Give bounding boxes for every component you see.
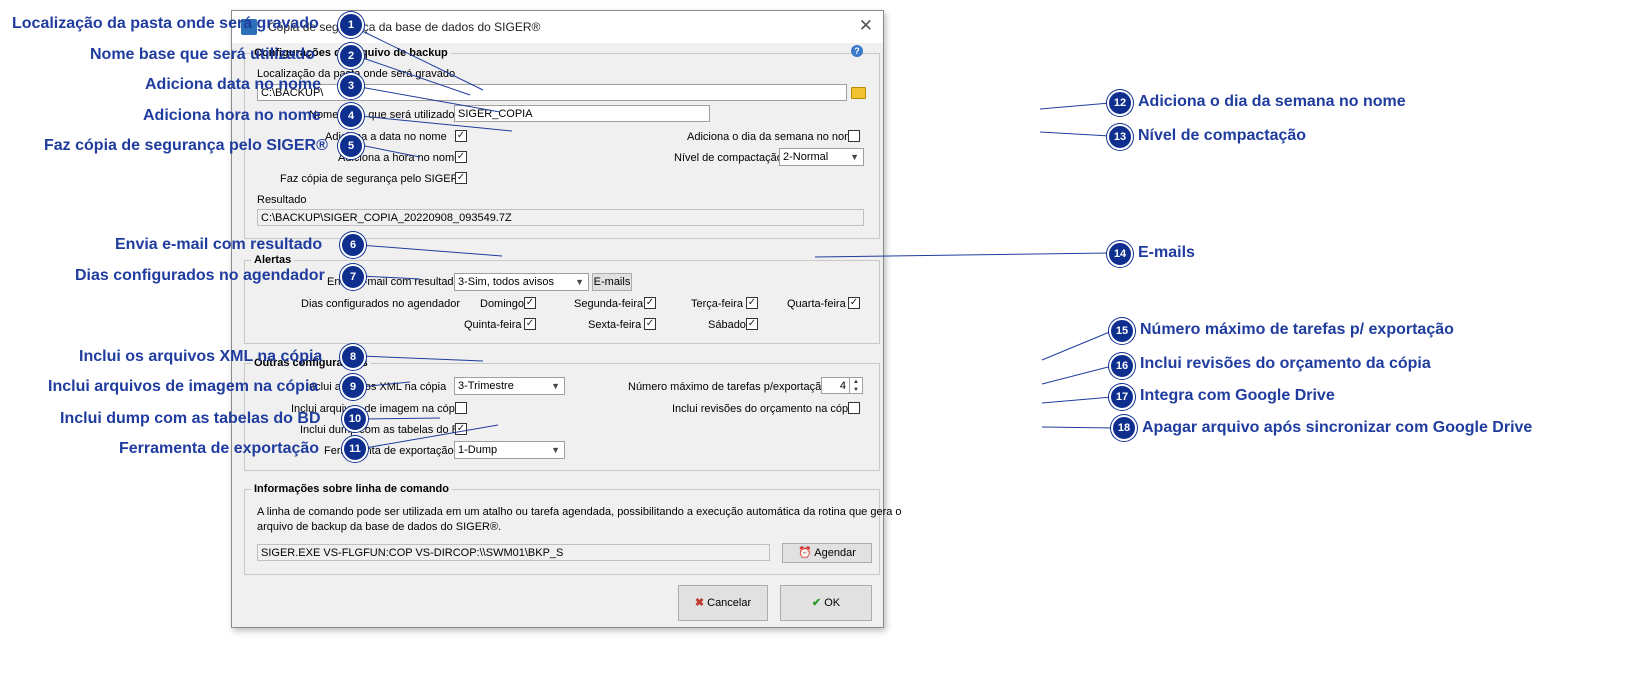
annotation-badge-17: 17 [1109,384,1135,410]
annotation-text-12: Adiciona o dia da semana no nome [1138,93,1406,110]
annotation-badge-3: 3 [338,73,364,99]
callout-line-15 [1041,330,1113,361]
annotation-badge-6: 6 [340,232,366,258]
annotation-text-16: Inclui revisões do orçamento da cópia [1140,355,1431,372]
annotation-badge-11: 11 [342,436,368,462]
callout-line-14 [814,252,1111,258]
annotation-badge-8: 8 [340,344,366,370]
annotation-text-1: Localização da pasta onde será gravado [12,15,319,32]
annotation-badge-1: 1 [338,12,364,38]
callout-line-8 [359,355,484,362]
annotation-text-13: Nível de compactação [1138,127,1307,144]
annotation-text-18: Apagar arquivo após sincronizar com Goog… [1142,419,1533,436]
annotation-text-7: Dias configurados no agendador [75,267,325,284]
annotation-text-3: Adiciona data no nome [145,76,322,93]
callout-line-5 [359,144,421,158]
annotation-text-10: Inclui dump com as tabelas do BD [60,410,321,427]
annotation-text-17: Integra com Google Drive [1140,387,1335,404]
annotation-badge-7: 7 [340,264,366,290]
callout-line-6 [359,244,503,257]
callout-line-12 [1039,102,1111,110]
annotation-badge-15: 15 [1109,318,1135,344]
callout-line-18 [1041,426,1115,429]
annotation-badge-14: 14 [1107,241,1133,267]
annotation-text-4: Adiciona hora no nome [143,107,321,124]
callout-line-3 [359,86,501,113]
callout-line-7 [359,275,421,280]
callout-line-9 [359,381,411,388]
annotation-text-5: Faz cópia de segurança pelo SIGER® [44,137,328,154]
annotation-badge-10: 10 [342,406,368,432]
annotation-text-8: Inclui os arquivos XML na cópia [79,348,323,365]
annotation-badge-5: 5 [338,133,364,159]
annotation-text-11: Ferramenta de exportação [119,440,320,457]
annotation-badge-13: 13 [1107,124,1133,150]
callout-line-1 [359,29,484,91]
annotation-text-6: Envia e-mail com resultado [115,236,323,253]
callout-line-10 [364,417,441,420]
callout-line-17 [1041,396,1113,404]
callout-line-11 [364,424,499,449]
annotation-text-2: Nome base que será utilizado [90,46,315,63]
annotation-badge-4: 4 [338,103,364,129]
annotation-badge-9: 9 [340,374,366,400]
callout-line-13 [1039,131,1111,137]
annotation-text-15: Número máximo de tarefas p/ exportação [1140,321,1454,338]
callout-line-16 [1041,365,1113,385]
callout-line-4 [359,115,513,132]
annotation-badge-16: 16 [1109,353,1135,379]
annotation-text-14: E-mails [1138,244,1195,261]
annotation-text-9: Inclui arquivos de imagem na cópia [48,378,319,395]
annotation-badge-2: 2 [338,43,364,69]
annotation-badge-18: 18 [1111,415,1137,441]
annotation-badge-12: 12 [1107,90,1133,116]
